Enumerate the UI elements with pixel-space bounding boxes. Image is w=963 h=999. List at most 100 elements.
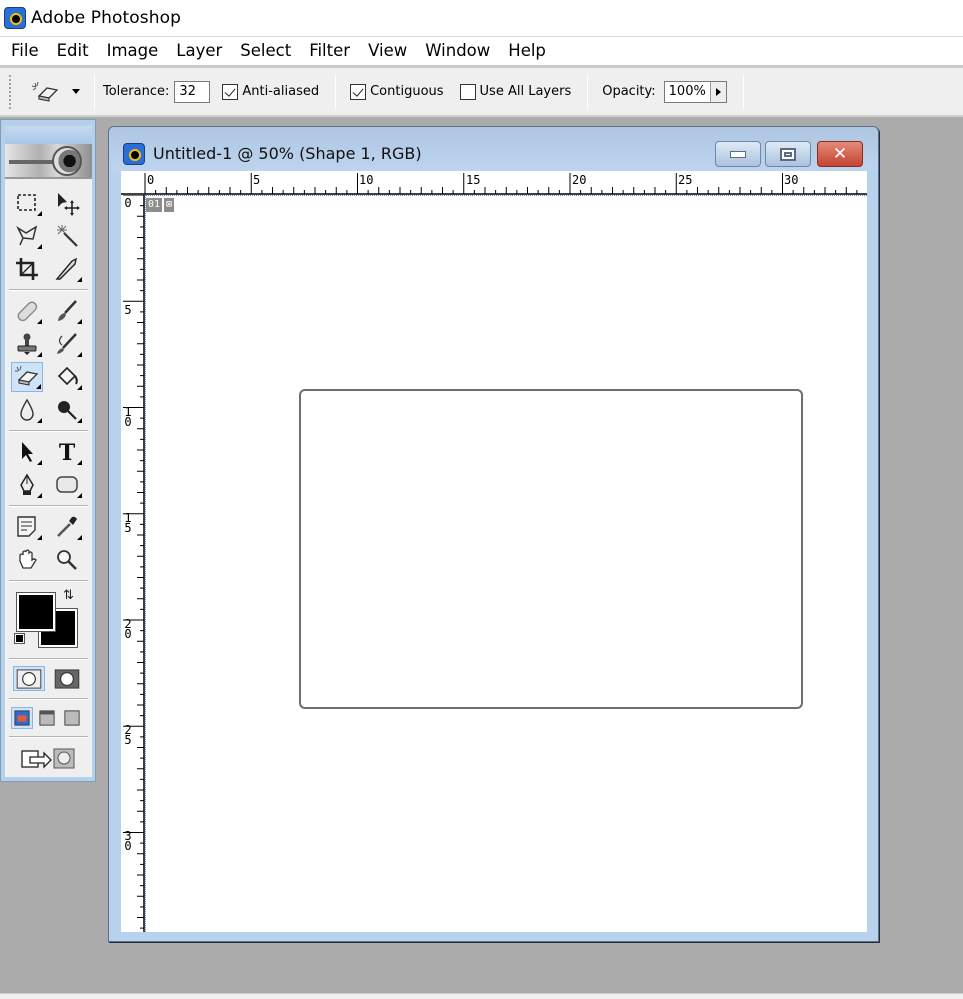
app-title: Adobe Photoshop [31,8,181,28]
use-all-layers-checkbox[interactable]: Use All Layers [459,83,571,100]
opacity-label: Opacity: [602,84,656,99]
tool-history-brush[interactable] [51,329,83,359]
menu-select[interactable]: Select [231,37,300,65]
tool-rounded-rectangle[interactable] [51,470,83,500]
submenu-indicator [37,244,42,249]
anti-aliased-label: Anti-aliased [242,84,320,99]
submenu-indicator [77,277,82,282]
tool-brush[interactable] [51,296,83,326]
tool-healing-brush[interactable] [11,296,43,326]
tool-eraser[interactable] [11,362,43,392]
tool-pen[interactable] [11,470,43,500]
checkbox-unchecked-icon [459,83,476,100]
ruler-v-label: 15 [124,511,132,535]
horizontal-ruler[interactable]: 0 5 10 15 20 25 30 [121,171,867,195]
swap-colors-icon[interactable]: ⇅ [63,588,74,603]
ruler-v-label: 25 [124,723,132,747]
submenu-indicator [77,385,82,390]
tool-dodge[interactable] [51,395,83,425]
menu-layer[interactable]: Layer [167,37,231,65]
anti-aliased-checkbox[interactable]: Anti-aliased [222,83,320,100]
status-bar [0,993,963,999]
standard-screen-mode-button[interactable] [11,707,33,729]
tool-blur[interactable] [11,395,43,425]
ruler-v-label: 20 [124,617,132,641]
submenu-indicator [77,418,82,423]
ruler-h-label: 25 [678,173,693,187]
ruler-v-label: 5 [124,303,132,317]
menu-file[interactable]: File [2,37,48,65]
tool-paint-bucket[interactable] [51,362,83,392]
adobe-online-banner[interactable] [5,144,92,179]
toolbox-separator [9,289,88,291]
ruler-h-label: 15 [466,173,481,187]
separator [94,74,95,109]
menu-image[interactable]: Image [98,37,168,65]
checkbox-checked-icon [222,83,239,100]
submenu-indicator [37,352,42,357]
document-canvas[interactable]: 01 ⊠ [145,195,867,932]
options-bar-grip[interactable] [8,73,12,110]
opacity-value: 100% [668,84,706,99]
tool-path-selection[interactable] [11,437,43,467]
quick-mask-mode-button[interactable] [51,666,83,691]
quick-mask-icon [54,668,80,689]
tool-clone-stamp[interactable] [11,329,43,359]
contiguous-checkbox[interactable]: Contiguous [350,83,444,100]
submenu-indicator [77,460,82,465]
hand-icon [19,549,37,569]
options-bar: Tolerance: 32 Anti-aliased Contiguous Us… [0,65,963,117]
opacity-slider-arrow-icon[interactable] [709,81,726,102]
tool-eyedropper[interactable] [51,512,83,542]
chevron-down-icon [72,89,80,94]
menu-edit[interactable]: Edit [48,37,98,65]
submenu-indicator [77,535,82,540]
standard-mode-button[interactable] [13,666,45,691]
tool-notes[interactable] [11,512,43,542]
toolbox-separator [9,430,88,432]
jump-to-imageready-button[interactable] [15,744,81,772]
foreground-color-swatch[interactable] [16,592,56,632]
toolbox-title-bar[interactable] [5,126,92,144]
tool-type[interactable]: T [51,437,83,467]
tool-hand[interactable] [11,545,43,575]
submenu-indicator [37,460,42,465]
menu-view[interactable]: View [359,37,416,65]
rounded-rectangle-shape[interactable] [299,389,803,709]
menu-help[interactable]: Help [499,37,555,65]
vertical-ruler[interactable]: 0 5 10 15 20 25 30 [121,195,145,932]
photoshop-doc-icon [123,143,145,165]
toolbox-body: T ⇅ [5,126,92,777]
checkbox-checked-icon [350,83,367,100]
toolbox-separator [9,658,88,660]
photoshop-eye-icon [4,7,26,29]
background-eraser-icon [31,81,59,102]
jump-to-imageready-icon [21,748,75,769]
submenu-indicator [36,384,41,389]
tool-slice[interactable] [51,254,83,284]
default-colors-icon[interactable] [14,633,25,644]
full-screen-menu-mode-button[interactable] [36,707,58,729]
tool-lasso[interactable] [11,221,43,251]
document-title-bar[interactable]: Untitled-1 @ 50% (Shape 1, RGB) ✕ [109,127,878,171]
tool-move[interactable] [51,188,83,218]
tolerance-input[interactable]: 32 [174,80,211,103]
full-screen-mode-button[interactable] [61,707,83,729]
submenu-indicator [37,535,42,540]
minimize-button[interactable] [715,141,761,167]
tool-magic-wand[interactable] [51,221,83,251]
tool-preset-picker[interactable] [30,80,90,104]
contiguous-label: Contiguous [370,84,444,99]
menu-filter[interactable]: Filter [300,37,359,65]
menu-window[interactable]: Window [416,37,499,65]
submenu-indicator [77,493,82,498]
tool-zoom[interactable] [51,545,83,575]
opacity-input[interactable]: 100% [663,80,727,103]
maximize-button[interactable] [765,141,811,167]
move-icon [58,193,80,216]
close-button[interactable]: ✕ [817,141,863,167]
tool-rectangular-marquee[interactable] [11,188,43,218]
tool-crop[interactable] [11,254,43,284]
photoshop-eye-icon [52,146,82,176]
ruler-v-label: 10 [124,405,132,429]
